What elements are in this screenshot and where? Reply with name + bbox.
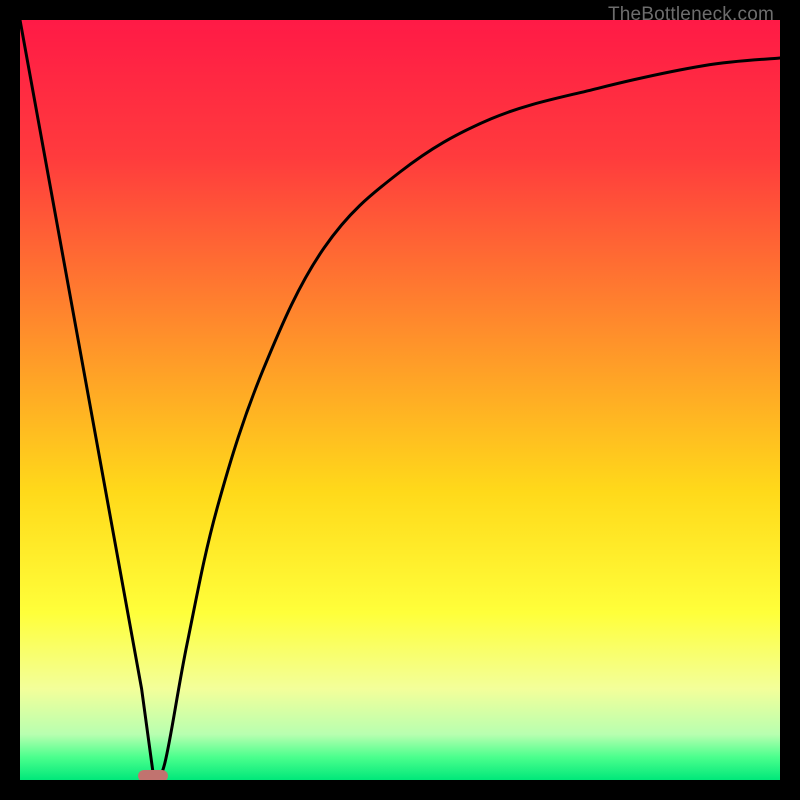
min-marker bbox=[138, 770, 168, 780]
watermark-text: TheBottleneck.com bbox=[608, 4, 774, 26]
chart-frame: TheBottleneck.com bbox=[0, 0, 800, 800]
bottleneck-curve bbox=[20, 20, 780, 780]
plot-area bbox=[20, 20, 780, 780]
